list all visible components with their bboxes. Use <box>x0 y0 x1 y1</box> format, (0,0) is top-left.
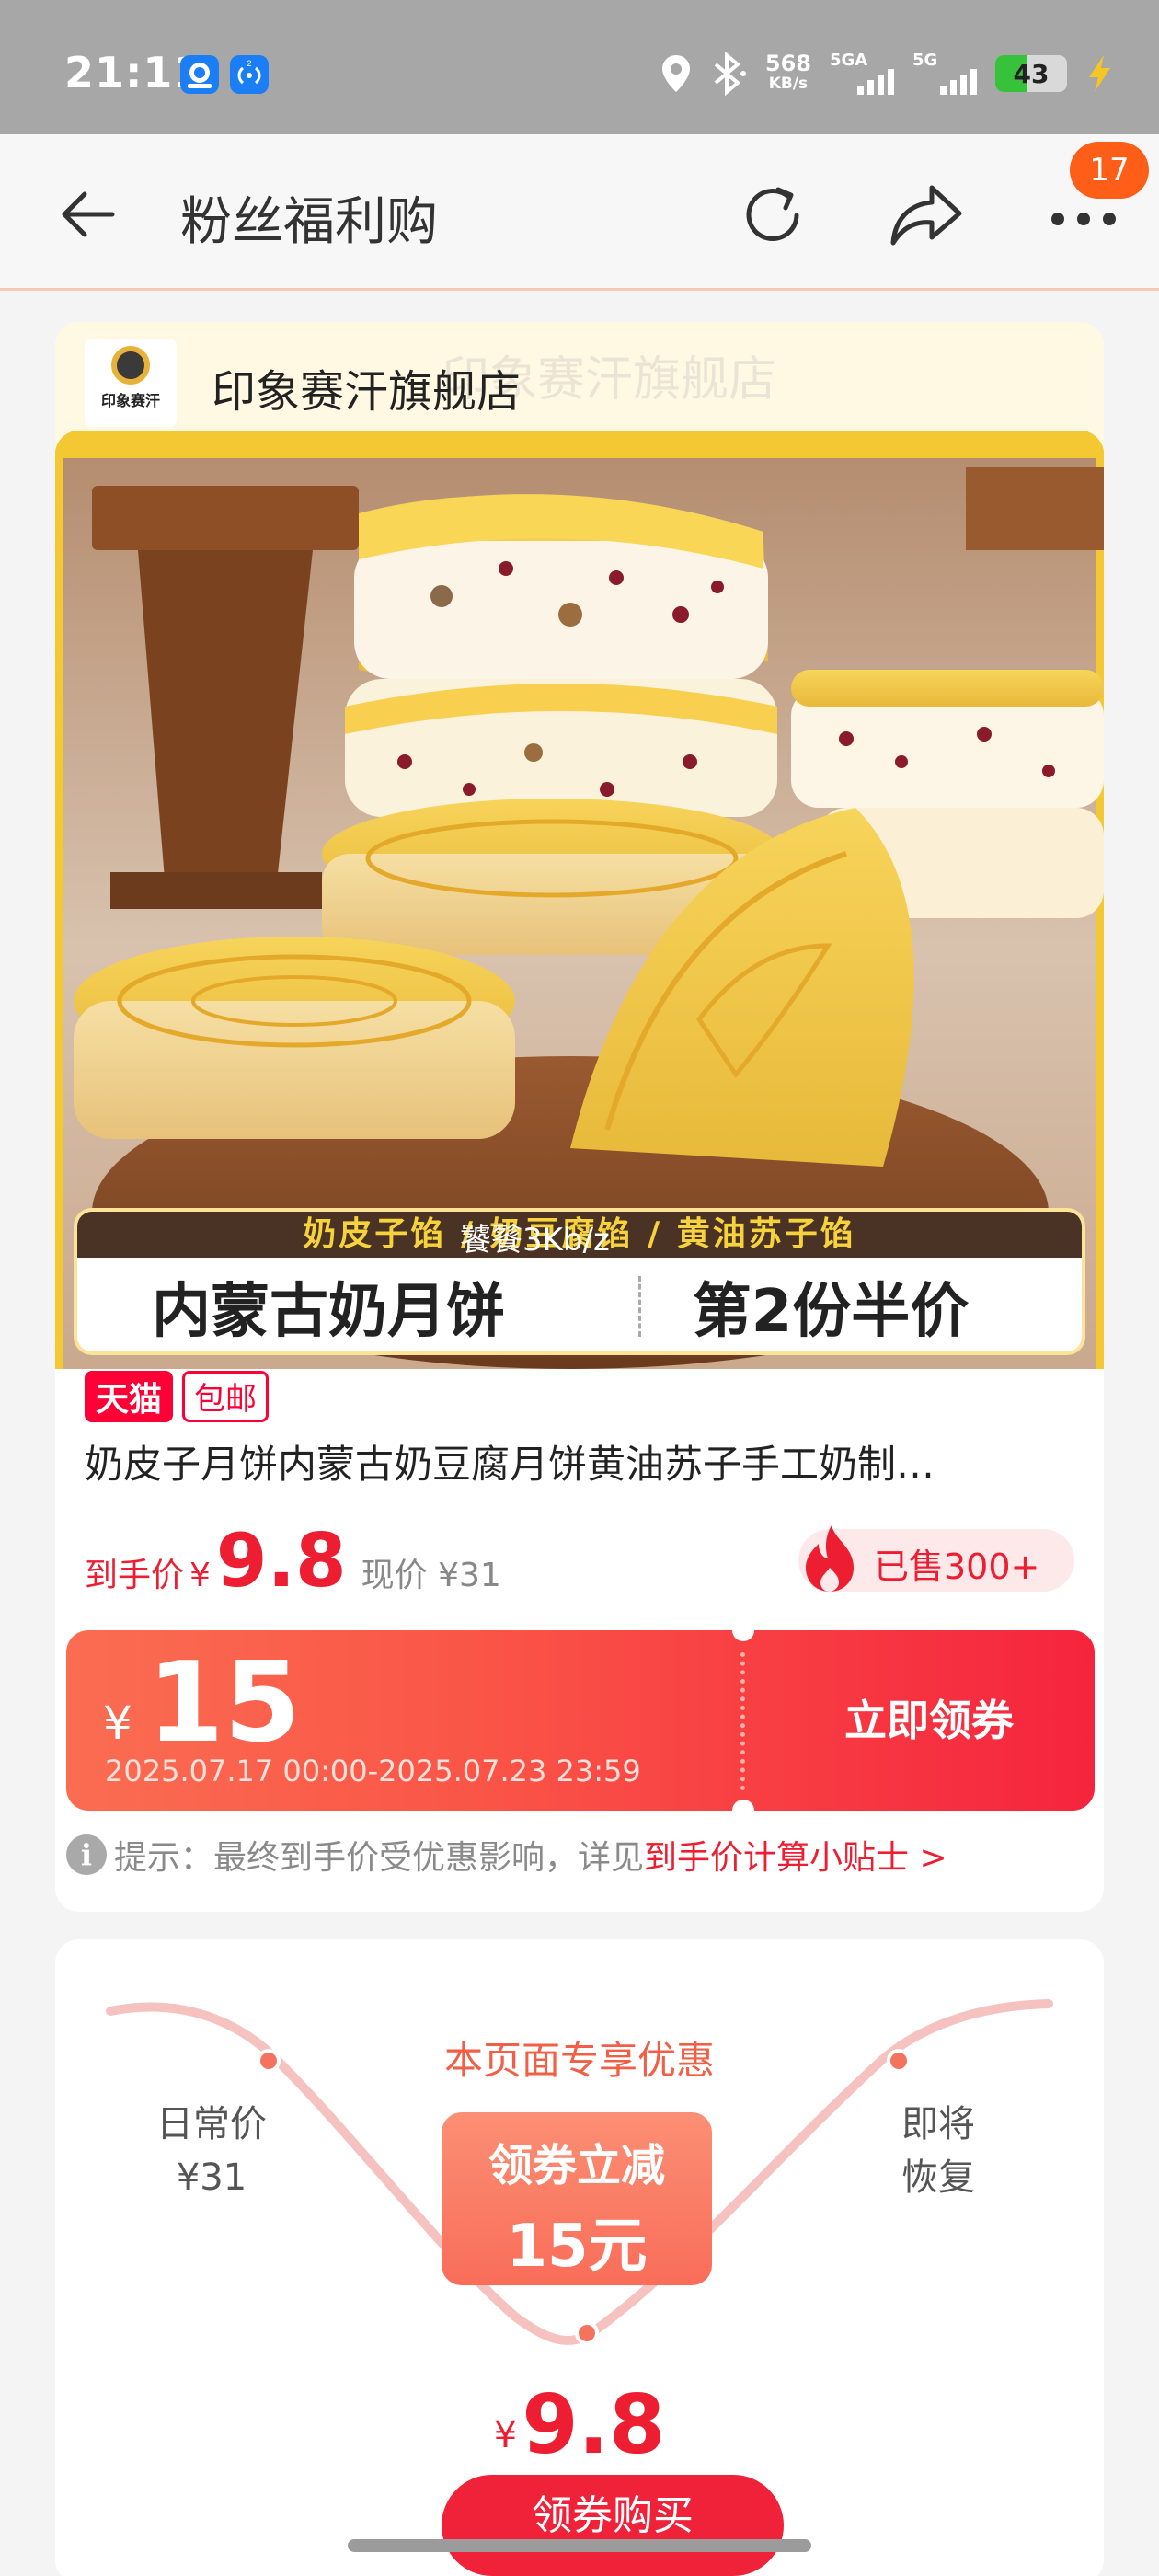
claim-and-buy-button[interactable]: 领券购买 <box>442 2475 784 2576</box>
banner-divider <box>638 1276 641 1337</box>
nfc-app-icon: 2 <box>230 55 269 94</box>
promo-currency: ¥ <box>493 2414 518 2456</box>
svg-text:2: 2 <box>247 59 251 68</box>
restore-line-1: 即将 <box>901 2103 975 2145</box>
home-indicator[interactable] <box>348 2539 811 2552</box>
image-watermark: 饕餮3Kb/z <box>460 1222 610 1259</box>
daily-price-label: 日常价 <box>156 2103 267 2145</box>
coupon-validity: 2025.07.17 00:00-2025.07.23 23:59 <box>105 1754 641 1788</box>
sold-badge: 已售300+ <box>798 1525 1074 1592</box>
daily-price-block: 日常价 ¥31 <box>156 2098 267 2204</box>
store-logo: 印象赛汗 <box>85 339 177 427</box>
net-speed-unit: KB/s <box>768 75 809 93</box>
more-icon[interactable] <box>1047 201 1120 237</box>
restore-block: 即将 恢复 <box>901 2098 975 2204</box>
app-header: 粉丝福利购 17 <box>0 134 1159 291</box>
promo-card: 本页面专享优惠 日常价 ¥31 即将 恢复 领券立减 15元 ¥ 9.8 领券购… <box>55 1939 1104 2576</box>
net-speed-value: 568 <box>764 51 811 76</box>
price-currency: ¥ <box>189 1557 211 1594</box>
price-hint: i 提示：最终到手价受优惠影响，详见 到手价计算小贴士 > <box>66 1831 947 1879</box>
sim2-label: 5G <box>912 51 938 70</box>
coupon-perforation <box>740 1652 745 1790</box>
promo-final-price: ¥ 9.8 <box>55 2377 1104 2472</box>
signal-icon-2: 5G <box>912 51 977 97</box>
coupon-currency: ¥ <box>103 1696 132 1750</box>
tmall-tag: 天猫 <box>85 1371 174 1422</box>
price-row: 到手价 ¥ 9.8 现价 ¥31 <box>85 1518 501 1604</box>
battery-icon: 43 <box>995 55 1067 92</box>
store-logo-text: 印象赛汗 <box>100 392 160 409</box>
banner-headline-right: 第2份半价 <box>692 1278 970 1346</box>
exclusive-offer-title: 本页面专享优惠 <box>443 2038 715 2083</box>
price-tips-link[interactable]: 到手价计算小贴士 > <box>644 1831 947 1879</box>
back-arrow-icon[interactable] <box>57 182 121 247</box>
coupon-card[interactable]: ¥ 15 2025.07.17 00:00-2025.07.23 23:59 立… <box>66 1630 1095 1811</box>
coupon-notch-bottom <box>732 1800 754 1811</box>
signal-icon: 5GA <box>830 51 894 97</box>
restore-line-2: 恢复 <box>901 2156 975 2199</box>
product-title[interactable]: 奶皮子月饼内蒙古奶豆腐月饼黄油苏子手工奶制… <box>85 1433 1078 1489</box>
final-price: 9.8 <box>215 1518 347 1604</box>
location-icon <box>661 55 690 92</box>
app-icon <box>180 55 219 94</box>
daily-price-value: ¥31 <box>176 2156 247 2199</box>
sold-count: 已售300+ <box>874 1547 1040 1587</box>
current-price: 现价 ¥31 <box>361 1557 501 1594</box>
coupon-amount: 15 <box>147 1639 301 1767</box>
discount-line-2: 15元 <box>506 2213 648 2281</box>
share-icon[interactable] <box>888 178 965 252</box>
net-speed: 568 KB/s <box>764 51 811 94</box>
product-image[interactable]: 奶皮子馅 / 奶豆腐馅 / 黄油苏子馅 内蒙古奶月饼 第2份半价 饕餮3Kb/z <box>55 431 1104 1369</box>
discount-line-1: 领券立减 <box>488 2140 665 2191</box>
store-logo-icon <box>111 346 150 385</box>
info-icon: i <box>66 1834 107 1875</box>
hint-text: 提示：最终到手价受优惠影响，详见 <box>114 1839 645 1877</box>
claim-coupon-button[interactable]: 立即领券 <box>763 1687 1095 1748</box>
coupon-discount-box: 领券立减 15元 <box>442 2112 712 2285</box>
charging-icon <box>1089 55 1110 92</box>
sim1-label: 5GA <box>830 51 868 70</box>
bluetooth-icon <box>714 52 746 96</box>
final-price-label: 到手价 <box>85 1557 185 1594</box>
notification-badge: 17 <box>1070 142 1149 199</box>
refresh-icon[interactable] <box>736 178 809 252</box>
promo-price-value: 9.8 <box>522 2377 666 2472</box>
status-bar: 21:11 2 568 KB/s 5GA 5G 43 <box>0 0 1159 134</box>
coupon-notch-top <box>732 1630 754 1641</box>
battery-level: 43 <box>1013 59 1050 89</box>
product-tags: 天猫 包邮 <box>85 1371 270 1422</box>
store-name: 印象赛汗旗舰店 <box>212 366 522 418</box>
free-shipping-tag: 包邮 <box>182 1371 270 1422</box>
product-card: 印象赛汗旗舰店 印象赛汗 印象赛汗旗舰店 奶皮子馅 / 奶豆腐馅 / 黄油苏子馅… <box>55 322 1104 1912</box>
banner-headline-left: 内蒙古奶月饼 <box>152 1278 505 1346</box>
flame-icon <box>806 1525 854 1592</box>
page-title: 粉丝福利购 <box>180 192 438 252</box>
